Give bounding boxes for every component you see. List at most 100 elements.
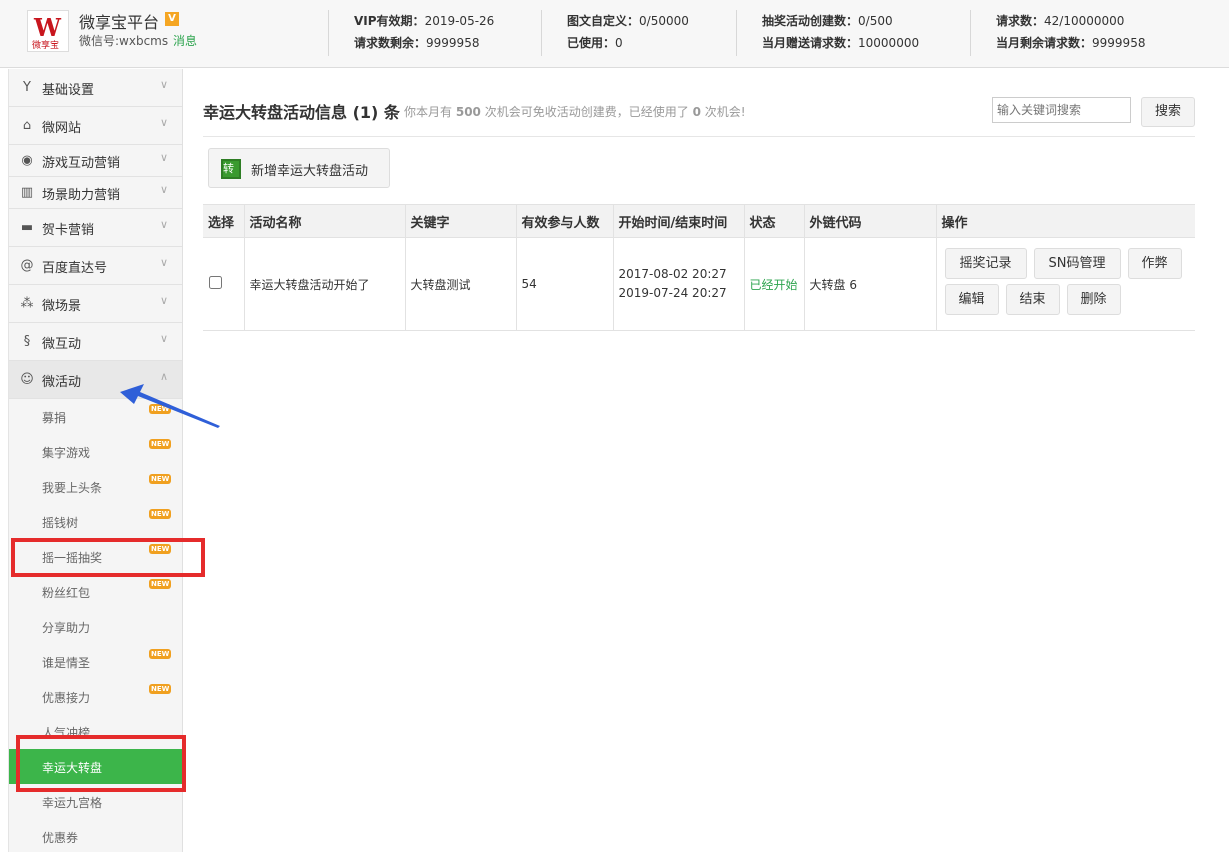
sub-item-label: 优惠接力	[42, 691, 91, 705]
logo-text: 微享宝	[32, 41, 60, 51]
tools-icon: Y	[23, 80, 31, 95]
participants: 54	[515, 237, 613, 331]
col-keyword: 关键字	[404, 204, 516, 238]
stat-value: 2019-05-26	[424, 14, 495, 28]
smile-icon: ☺	[20, 372, 34, 387]
note-text: 次机会!	[704, 105, 746, 119]
link-icon: §	[23, 334, 31, 349]
add-lucky-wheel-button[interactable]: 转 新增幸运大转盘活动	[208, 148, 390, 188]
col-link-code: 外链代码	[803, 204, 936, 238]
stat-label: 当月赠送请求数：	[762, 36, 859, 50]
actions-group: 摇奖记录 SN码管理 作弊 编辑 结束 删除	[937, 238, 1196, 330]
sub-item-red-packet[interactable]: 粉丝红包 NEW	[9, 574, 182, 609]
start-time: 2017-08-02 20:27	[618, 267, 727, 281]
stat-label: 请求数：	[996, 14, 1045, 28]
table-header-row: 选择 活动名称 关键字 有效参与人数 开始时间/结束时间 状态 外链代码 操作	[203, 204, 1195, 238]
stat-label: 当月剩余请求数：	[996, 36, 1093, 50]
status-badge: 已经开始	[743, 237, 804, 331]
chevron-down-icon: ∨	[159, 218, 168, 231]
actions-cell: 摇奖记录 SN码管理 作弊 编辑 结束 删除	[935, 237, 1196, 331]
new-badge: NEW	[149, 649, 172, 659]
lottery-record-button[interactable]: 摇奖记录	[944, 248, 1027, 279]
stat-value: 0/50000	[639, 14, 689, 28]
sub-item-label: 我要上头条	[42, 481, 103, 495]
keyword: 大转盘测试	[404, 237, 516, 331]
sub-item-label: 募捐	[42, 411, 67, 425]
sub-item-word-collect[interactable]: 集字游戏 NEW	[9, 434, 182, 469]
sub-item-headline[interactable]: 我要上头条 NEW	[9, 469, 182, 504]
top-header: W 微享宝 微享宝平台 V 微信号:wxbcms 消息 VIP有效期：2019-…	[0, 0, 1229, 68]
menu-micro-site[interactable]: ⌂ 微网站 ∨	[9, 107, 182, 145]
new-badge: NEW	[149, 579, 172, 589]
stat-group-requests: 请求数：42/10000000 当月剩余请求数：9999958	[970, 10, 1145, 56]
sub-item-label: 分享助力	[42, 621, 91, 635]
stat-group-lottery: 抽奖活动创建数：0/500 当月赠送请求数：10000000	[736, 10, 919, 56]
menu-scene-marketing[interactable]: ▥ 场景助力营销 ∨	[9, 177, 182, 209]
new-badge: NEW	[149, 439, 172, 449]
stat-label: 图文自定义：	[567, 14, 640, 28]
col-participants: 有效参与人数	[515, 204, 613, 238]
brand-logo[interactable]: W 微享宝	[27, 10, 69, 52]
sn-manage-button[interactable]: SN码管理	[1033, 248, 1121, 279]
menu-label: 场景助力营销	[42, 188, 121, 203]
sub-item-label: 幸运九宫格	[42, 796, 103, 810]
activity-name: 幸运大转盘活动开始了	[243, 237, 405, 331]
chevron-down-icon: ∨	[159, 116, 168, 129]
card-icon: ▬	[20, 220, 34, 235]
select-cell	[203, 237, 244, 331]
sub-item-label: 优惠券	[42, 831, 79, 845]
stat-value: 9999958	[426, 36, 480, 50]
delete-button[interactable]: 删除	[1066, 284, 1121, 315]
end-time: 2019-07-24 20:27	[618, 286, 727, 300]
stat-value: 42/10000000	[1044, 14, 1125, 28]
note-count: 500	[455, 105, 481, 119]
chevron-down-icon: ∨	[159, 256, 168, 269]
new-badge: NEW	[149, 474, 172, 484]
stat-group-graphic: 图文自定义：0/50000 已使用：0	[541, 10, 689, 56]
quota-note: 你本月有 500 次机会可免收活动创建费，已经使用了 0 次机会!	[404, 103, 746, 120]
divider	[203, 136, 1195, 137]
stat-label: VIP有效期：	[354, 14, 425, 28]
message-link[interactable]: 消息	[173, 32, 197, 49]
menu-game-marketing[interactable]: ◉ 游戏互动营销 ∨	[9, 145, 182, 177]
menu-label: 微互动	[42, 337, 82, 352]
chevron-down-icon: ∨	[159, 332, 168, 345]
sub-item-label: 粉丝红包	[42, 586, 91, 600]
stat-value: 0/500	[858, 14, 893, 28]
stat-label: 抽奖活动创建数：	[762, 14, 859, 28]
menu-label: 微网站	[42, 121, 82, 136]
sub-item-label: 集字游戏	[42, 446, 91, 460]
menu-baidu-direct[interactable]: @ 百度直达号 ∨	[9, 247, 182, 285]
menu-label: 百度直达号	[42, 261, 108, 276]
menu-micro-interaction[interactable]: § 微互动 ∨	[9, 323, 182, 361]
edit-button[interactable]: 编辑	[944, 284, 999, 315]
annotation-box-lucky-wheel	[16, 735, 186, 792]
menu-greeting-card[interactable]: ▬ 贺卡营销 ∨	[9, 209, 182, 247]
cluster-icon: ⁂	[20, 296, 34, 311]
home-icon: ⌂	[22, 118, 32, 133]
sub-item-coupon-relay[interactable]: 优惠接力 NEW	[9, 679, 182, 714]
stat-label: 请求数剩余：	[354, 36, 427, 50]
sub-item-love-saint[interactable]: 谁是情圣 NEW	[9, 644, 182, 679]
activity-table: 选择 活动名称 关键字 有效参与人数 开始时间/结束时间 状态 外链代码 操作 …	[203, 204, 1195, 331]
note-used: 0	[692, 105, 701, 119]
stat-group-vip: VIP有效期：2019-05-26 请求数剩余：9999958	[328, 10, 494, 56]
add-button-label: 新增幸运大转盘活动	[251, 164, 369, 179]
sub-item-share-boost[interactable]: 分享助力	[9, 609, 182, 644]
link-code: 大转盘 6	[803, 237, 936, 331]
platform-title: 微享宝平台	[79, 13, 160, 32]
sub-item-money-tree[interactable]: 摇钱树 NEW	[9, 504, 182, 539]
end-button[interactable]: 结束	[1005, 284, 1060, 315]
chevron-down-icon: ∨	[159, 151, 168, 164]
menu-label: 贺卡营销	[42, 223, 95, 238]
search-input[interactable]	[992, 97, 1131, 123]
col-actions: 操作	[935, 204, 1195, 238]
sub-item-label: 谁是情圣	[42, 656, 91, 670]
menu-micro-scene[interactable]: ⁂ 微场景 ∨	[9, 285, 182, 323]
col-time: 开始时间/结束时间	[612, 204, 744, 238]
menu-basic-settings[interactable]: Y 基础设置 ∨	[9, 69, 182, 107]
search-button[interactable]: 搜索	[1141, 97, 1195, 127]
row-checkbox[interactable]	[209, 276, 222, 289]
sub-item-coupon[interactable]: 优惠券	[9, 819, 182, 852]
cheat-button[interactable]: 作弊	[1127, 248, 1182, 279]
